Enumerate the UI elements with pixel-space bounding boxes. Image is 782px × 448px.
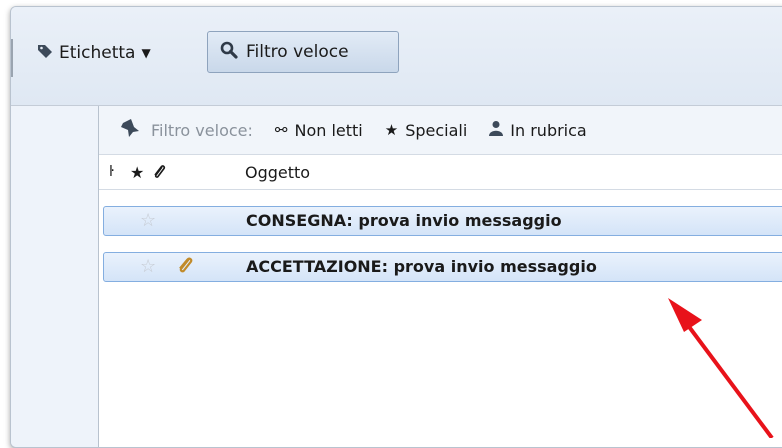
red-arrow-annotation [668,298,774,438]
